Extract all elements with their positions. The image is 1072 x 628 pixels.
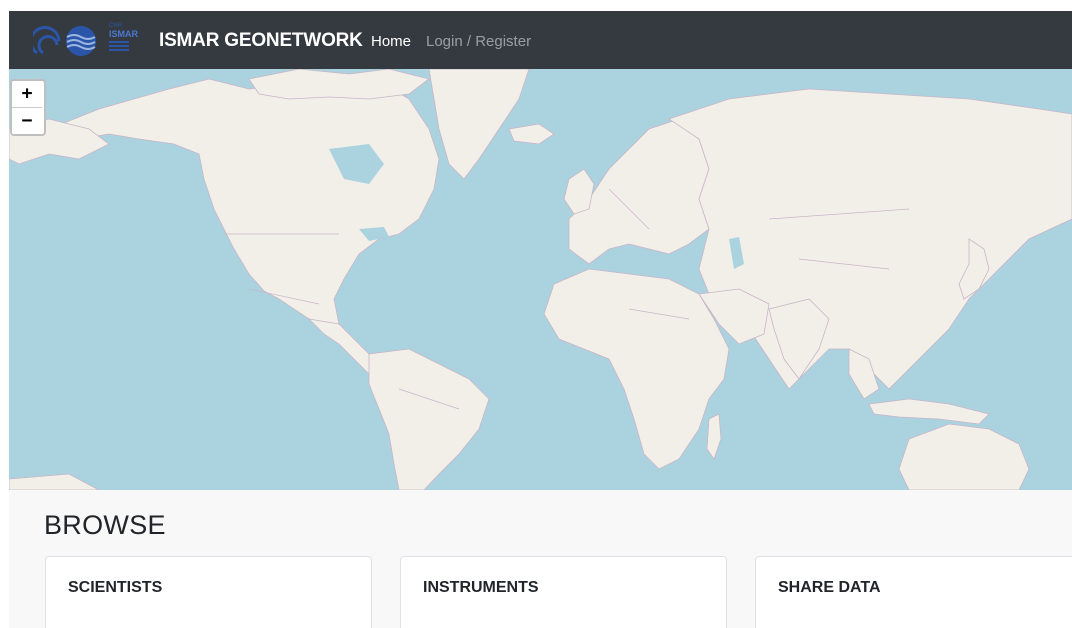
page: CNR ISMAR ISMAR GEONETWORK Home Login / … <box>9 0 1072 628</box>
browse-section: BROWSE SCIENTISTS INSTRUMENTS SHARE DATA <box>9 490 1072 628</box>
logo-ismar-text: ISMAR <box>109 29 138 39</box>
brand-title[interactable]: ISMAR GEONETWORK <box>159 30 363 52</box>
map-tiles <box>9 69 1072 490</box>
card-title: SHARE DATA <box>778 579 881 596</box>
land-uk <box>563 168 595 215</box>
card-scientists[interactable]: SCIENTISTS <box>45 556 372 628</box>
navbar: CNR ISMAR ISMAR GEONETWORK Home Login / … <box>9 11 1072 69</box>
land-iceland <box>508 123 555 145</box>
land-north-america <box>47 78 440 332</box>
land-australia <box>898 423 1030 490</box>
land-madagascar <box>706 413 722 460</box>
land-africa <box>543 268 730 470</box>
land-arctic-islands <box>248 69 430 100</box>
land-greenland <box>428 69 530 180</box>
zoom-in-button[interactable]: + <box>12 81 42 107</box>
logo-line <box>109 49 129 51</box>
card-title: SCIENTISTS <box>68 579 163 596</box>
land-indonesia <box>868 398 990 425</box>
nav-link-home[interactable]: Home <box>371 33 411 50</box>
land-central-america <box>307 318 380 375</box>
nav-link-login-register[interactable]: Login / Register <box>426 33 531 50</box>
logo-line <box>109 41 129 43</box>
logo-line <box>109 45 129 47</box>
ismar-logo: CNR ISMAR <box>109 23 147 59</box>
browse-title: BROWSE <box>44 510 166 540</box>
land-south-america <box>368 348 490 490</box>
land-antarctica <box>9 473 100 490</box>
zoom-out-button[interactable]: − <box>12 107 42 134</box>
zoom-control: + − <box>10 79 46 136</box>
world-map[interactable]: + − <box>9 69 1072 490</box>
card-instruments[interactable]: INSTRUMENTS <box>400 556 727 628</box>
card-title: INSTRUMENTS <box>423 579 539 596</box>
card-share-data[interactable]: SHARE DATA <box>755 556 1072 628</box>
